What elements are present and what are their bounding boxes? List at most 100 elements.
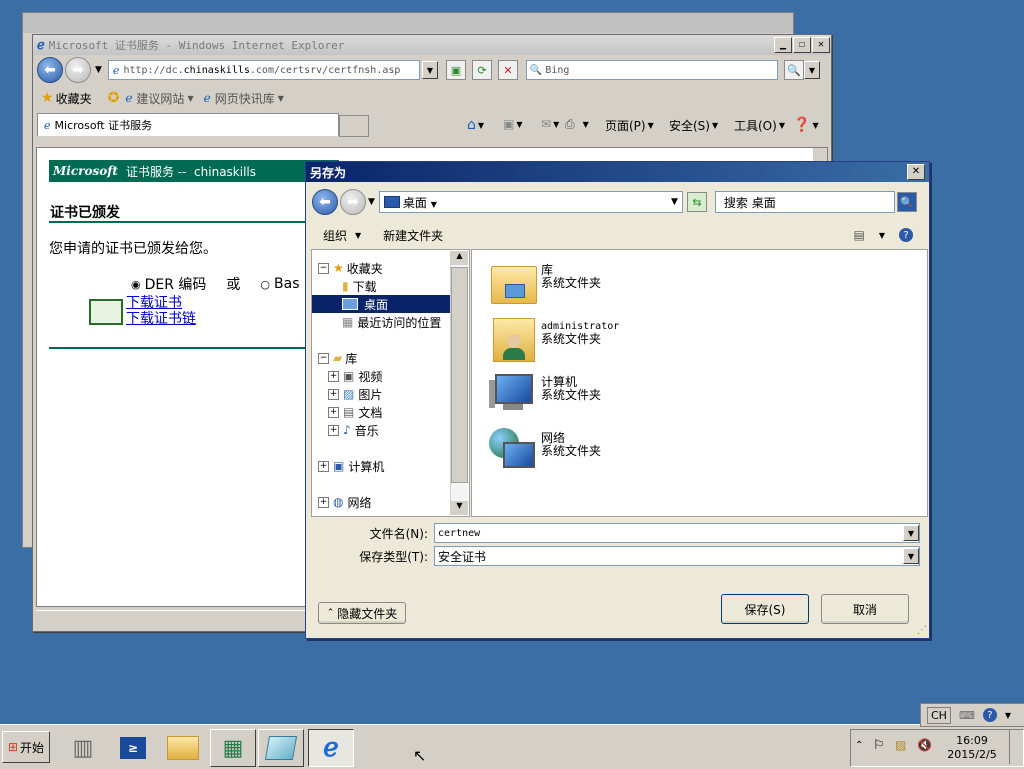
history-dropdown-icon[interactable]: ▼ [95,65,102,75]
dialog-forward-button[interactable]: ➡ [340,189,366,215]
view-dropdown-icon[interactable]: ▼ [879,231,885,240]
suggested-sites-button[interactable]: ℯ 建议网站 ▼ [125,90,193,107]
scroll-down-arrow[interactable]: ▼ [451,501,468,515]
collapse-icon[interactable]: − [318,352,329,364]
mail-button[interactable]: ✉ ▼ [541,117,559,131]
navigation-scrollbar[interactable]: ▲ ▼ [450,251,468,515]
feeds-button[interactable]: ▣ ▼ [503,117,523,131]
favorites-button[interactable]: ★ 收藏夹 [41,90,92,107]
location-breadcrumb[interactable]: 桌面 ▼ ▼ [378,191,683,213]
search-button[interactable]: 🔍 [783,60,804,80]
tools-menu[interactable]: 工具(O) ▼ [734,117,785,134]
new-tab-button[interactable] [339,115,369,137]
new-folder-button[interactable]: 新建文件夹 [383,227,443,244]
address-dropdown-button[interactable]: ▼ [421,61,438,79]
filename-input[interactable]: certnew ▼ [434,523,920,543]
app-button[interactable]: ▦ [210,729,256,767]
expand-icon[interactable]: + [328,370,339,382]
collapse-icon[interactable]: − [318,262,329,274]
add-favorites-icon[interactable]: ✪ [108,90,120,106]
filetype-select[interactable]: 安全证书 ▼ [434,546,920,566]
language-indicator[interactable]: CH [927,706,951,724]
action-center-flag-icon[interactable]: ⚐ [873,738,885,753]
view-options-icon[interactable]: ▤ [854,228,865,242]
show-desktop-button[interactable] [1009,730,1022,764]
expand-icon[interactable]: + [318,460,329,472]
filename-dropdown-button[interactable]: ▼ [903,525,919,541]
download-cert-link[interactable]: 下载证书 [126,295,196,311]
nav-pictures[interactable]: + ▨ 图片 [328,385,382,403]
save-button[interactable]: 保存(S) [721,594,809,624]
explorer-button[interactable] [160,729,206,767]
notepad-button[interactable] [258,729,304,767]
nav-downloads[interactable]: ▮ 下载 [342,277,377,295]
background-window-titlebar[interactable] [23,13,793,33]
keyboard-icon[interactable]: ⌨ [959,709,975,722]
network-status-icon[interactable]: ▨ [895,738,906,752]
language-help-icon[interactable]: ? [982,708,997,722]
home-button[interactable]: ⌂ ▼ [467,117,484,133]
close-button[interactable]: ✕ [812,37,830,53]
search-options-button[interactable]: ▼ [803,61,820,79]
file-item[interactable]: 库系统文件夹 [487,258,601,306]
file-item[interactable]: administrator 系统文件夹 [487,314,619,362]
ie-titlebar[interactable]: ℯ Microsoft 证书服务 - Windows Internet Expl… [33,35,831,55]
expand-icon[interactable]: + [328,406,339,418]
start-button[interactable]: ⊞ 开始 [2,731,50,763]
scroll-thumb[interactable] [451,267,468,483]
print-button[interactable]: ⎙ ▼ [565,117,589,132]
expand-icon[interactable]: + [318,496,329,508]
language-options-icon[interactable]: ▼ [1005,711,1011,720]
recent-locations-icon[interactable]: ▼ [368,197,375,207]
minimize-button[interactable]: ▁ [774,37,792,53]
nav-favorites[interactable]: − ★ 收藏夹 [318,259,383,277]
show-hidden-icons[interactable]: ⌃ [855,740,863,751]
resize-grip[interactable]: ⋰ [917,625,927,636]
maximize-button[interactable]: ☐ [793,37,811,53]
forward-button[interactable]: ➡ [65,57,91,83]
cancel-button[interactable]: 取消 [821,594,909,624]
dialog-search-input[interactable]: 搜索 桌面 [714,191,895,213]
file-item[interactable]: 网络 系统文件夹 [487,426,601,474]
dialog-titlebar[interactable]: 另存为 ✕ [306,162,929,182]
compatibility-icon[interactable]: ▣ [445,60,466,80]
internet-explorer-button[interactable]: ℯ [308,729,354,767]
dialog-help-icon[interactable]: ? [899,228,913,242]
organize-button[interactable]: 组织 ▼ [323,227,361,244]
nav-computer[interactable]: + ▣ 计算机 [318,457,384,475]
nav-libraries[interactable]: − ▰ 库 [318,349,357,367]
volume-muted-icon[interactable]: 🔇 [917,738,932,752]
search-input[interactable]: 🔍 Bing [525,60,778,80]
expand-icon[interactable]: + [328,388,339,400]
server-manager-button[interactable]: ▥ [60,729,106,767]
base64-radio[interactable]: ○ [260,278,270,291]
help-menu[interactable]: ❓ ▼ [793,117,819,133]
scroll-up-arrow[interactable]: ▲ [451,251,468,265]
download-chain-link[interactable]: 下载证书链 [126,311,196,327]
nav-documents[interactable]: + ▤ 文档 [328,403,382,421]
hide-folders-button[interactable]: ⌃ 隐藏文件夹 [318,602,406,624]
clock[interactable]: 16:09 2015/2/5 [941,734,1003,762]
safety-menu[interactable]: 安全(S) ▼ [669,117,718,134]
powershell-button[interactable]: ≥ [110,729,156,767]
dialog-refresh-icon[interactable]: ⇆ [686,192,707,212]
der-radio[interactable]: ◉ [131,278,141,291]
nav-network[interactable]: + ◍ 网络 [318,493,372,511]
web-slices-button[interactable]: ℯ 网页快讯库 ▼ [204,90,284,107]
stop-icon[interactable]: ✕ [497,60,518,80]
back-button[interactable]: ⬅ [37,57,63,83]
expand-icon[interactable]: + [328,424,339,436]
dialog-search-button[interactable]: 🔍 [896,192,917,212]
tab-cert-services[interactable]: ℯ Microsoft 证书服务 [37,113,339,136]
nav-recent[interactable]: ▦ 最近访问的位置 [342,313,441,331]
refresh-icon[interactable]: ⟳ [471,60,492,80]
nav-videos[interactable]: + ▣ 视频 [328,367,382,385]
page-menu[interactable]: 页面(P) ▼ [605,117,654,134]
dialog-close-button[interactable]: ✕ [907,164,925,180]
file-item[interactable]: 计算机 系统文件夹 [487,370,601,418]
dialog-back-button[interactable]: ⬅ [312,189,338,215]
address-bar[interactable]: ℯ http://dc. chinaskills .com/certsrv/cert… [107,60,420,80]
nav-music[interactable]: + ♪ 音乐 [328,421,379,439]
nav-desktop[interactable]: 桌面 [312,295,452,313]
location-dropdown-icon[interactable]: ▼ [671,197,678,207]
